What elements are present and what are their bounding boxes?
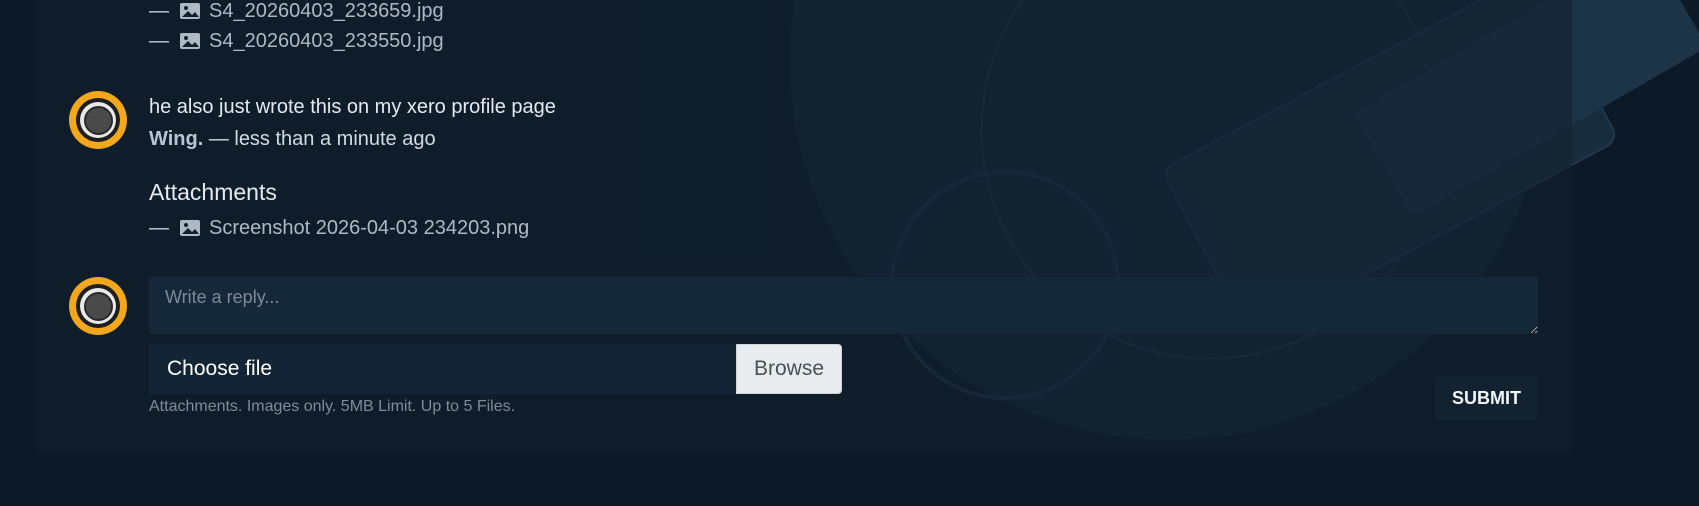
comment-meta: Wing. — less than a minute ago bbox=[149, 128, 436, 151]
image-icon bbox=[180, 220, 200, 236]
image-icon bbox=[180, 33, 200, 49]
reply-input[interactable] bbox=[149, 277, 1538, 334]
attachment-help-text: Attachments. Images only. 5MB Limit. Up … bbox=[149, 398, 516, 415]
list-dash: — bbox=[149, 0, 169, 22]
comment-text: he also just wrote this on my xero profi… bbox=[149, 96, 556, 118]
file-chooser[interactable]: Choose file Browse bbox=[149, 344, 842, 394]
attachment-filename: S4_20260403_233550.jpg bbox=[209, 29, 444, 52]
image-icon bbox=[180, 3, 200, 19]
list-dash: — bbox=[149, 29, 169, 52]
current-user-avatar bbox=[69, 277, 127, 335]
comment-time: — less than a minute ago bbox=[208, 128, 436, 150]
attachment-link[interactable]: — S4_20260403_233550.jpg bbox=[149, 29, 444, 53]
attachments-heading: Attachments bbox=[149, 179, 277, 205]
attachment-link[interactable]: — Screenshot 2026-04-03 234203.png bbox=[149, 216, 529, 240]
avatar[interactable] bbox=[69, 91, 127, 149]
attachment-filename: Screenshot 2026-04-03 234203.png bbox=[209, 216, 530, 239]
browse-button[interactable]: Browse bbox=[736, 344, 842, 394]
attachment-filename: S4_20260403_233659.jpg bbox=[209, 0, 444, 22]
attachment-link[interactable]: — S4_20260403_233659.jpg bbox=[149, 0, 444, 23]
comment-author[interactable]: Wing. bbox=[149, 128, 203, 150]
submit-button[interactable]: SUBMIT bbox=[1435, 376, 1538, 420]
file-chooser-label: Choose file bbox=[167, 357, 273, 380]
list-dash: — bbox=[149, 216, 169, 239]
